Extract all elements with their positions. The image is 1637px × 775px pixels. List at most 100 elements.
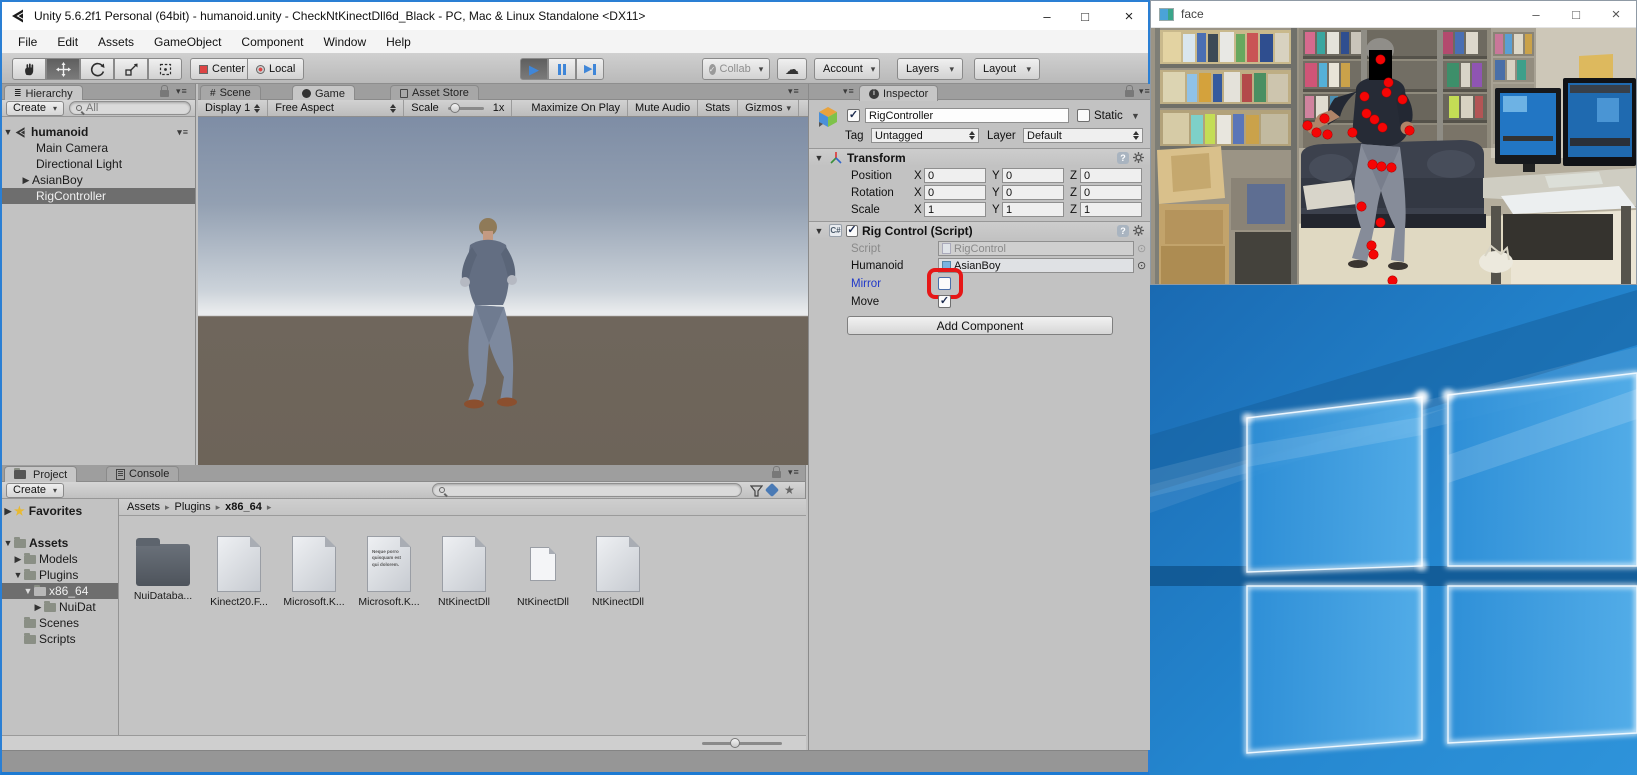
collab-button[interactable]: ✓ Collab ▾ (702, 58, 770, 80)
maximize-icon[interactable]: □ (1068, 2, 1102, 30)
scale-y-field[interactable]: 1 (1002, 202, 1064, 217)
tree-x86-64[interactable]: ▼ x86_64 (2, 583, 118, 599)
menu-gameobject[interactable]: GameObject (144, 30, 231, 53)
object-picker-icon[interactable]: ⊙ (1137, 259, 1146, 272)
lock-icon[interactable] (1125, 90, 1134, 97)
rect-tool-button[interactable] (148, 58, 182, 80)
hand-tool-button[interactable] (12, 58, 46, 80)
lock-icon[interactable] (160, 90, 169, 97)
panel-menu-icon[interactable]: ▾≡ (176, 86, 188, 97)
pause-button[interactable] (548, 58, 576, 80)
stats-button[interactable]: Stats (698, 100, 738, 116)
minimize-icon[interactable]: – (1516, 0, 1556, 28)
add-component-button[interactable]: Add Component (847, 316, 1113, 335)
file-item-ntkinectdll-3[interactable]: NtKinectDll (582, 536, 654, 608)
label-icon[interactable] (765, 483, 779, 497)
tab-console[interactable]: Console (106, 466, 179, 481)
mute-audio-button[interactable]: Mute Audio (628, 100, 698, 116)
rig-control-component-header[interactable]: ▼ C# ✓ Rig Control (Script) ? (809, 221, 1150, 239)
close-icon[interactable]: × (1596, 0, 1636, 28)
rotation-y-field[interactable]: 0 (1002, 185, 1064, 200)
rotation-z-field[interactable]: 0 (1080, 185, 1142, 200)
lock-icon[interactable] (772, 471, 781, 478)
scale-slider[interactable] (446, 100, 486, 116)
layout-dropdown[interactable]: Layout▾ (974, 58, 1040, 80)
maximize-on-play-button[interactable]: Maximize On Play (524, 100, 628, 116)
hierarchy-scene-row[interactable]: ▼ humanoid ▾≡ (2, 124, 195, 140)
pivot-center-button[interactable]: Center (190, 58, 254, 80)
favorite-star-icon[interactable]: ★ (784, 484, 795, 496)
file-item-microsoft-k2[interactable]: Neque porro quisquam est qui dolorem. Mi… (353, 536, 425, 608)
tab-scene[interactable]: #Scene (200, 85, 261, 100)
help-icon[interactable]: ? (1117, 152, 1129, 164)
play-button[interactable]: ▶ (520, 58, 548, 80)
menu-component[interactable]: Component (231, 30, 313, 53)
active-checkbox[interactable]: ✓ (847, 109, 860, 122)
hierarchy-create-button[interactable]: Create▾ (6, 101, 64, 116)
minimize-icon[interactable]: – (1030, 2, 1064, 30)
tree-assets[interactable]: ▼ Assets (2, 535, 118, 551)
file-item-ntkinectdll-1[interactable]: NtKinectDll (428, 536, 500, 608)
panel-menu-icon[interactable]: ▾≡ (1139, 86, 1151, 97)
tree-scripts[interactable]: Scripts (2, 631, 118, 647)
aspect-dropdown[interactable]: Free Aspect (268, 100, 404, 116)
tab-asset-store[interactable]: Asset Store (390, 85, 479, 100)
file-item-microsoft-k1[interactable]: Microsoft.K... (278, 536, 350, 608)
file-item-nuidatabase[interactable]: NuiDataba... (127, 536, 199, 602)
gizmos-dropdown[interactable]: Gizmos▾ (738, 100, 799, 116)
static-dropdown-icon[interactable]: ▼ (1131, 108, 1140, 124)
tree-nuidat[interactable]: ▶ NuiDat (2, 599, 118, 615)
help-icon[interactable]: ? (1117, 225, 1129, 237)
file-item-kinect20[interactable]: Kinect20.F... (203, 536, 275, 608)
breadcrumb-plugins[interactable]: Plugins (175, 501, 211, 513)
project-create-button[interactable]: Create▾ (6, 483, 64, 498)
scale-x-field[interactable]: 1 (924, 202, 986, 217)
layer-dropdown[interactable]: Default (1023, 128, 1143, 143)
panel-menu-icon[interactable]: ▾≡ (788, 467, 800, 478)
tree-scenes[interactable]: Scenes (2, 615, 118, 631)
maximize-icon[interactable]: □ (1556, 0, 1596, 28)
rotate-tool-button[interactable] (80, 58, 114, 80)
thumbnail-slider-knob[interactable] (730, 738, 740, 748)
position-x-field[interactable]: 0 (924, 168, 986, 183)
account-dropdown[interactable]: Account▾ (814, 58, 880, 80)
cloud-button[interactable]: ☁ (777, 58, 807, 80)
panel-menu-icon[interactable]: ▾≡ (843, 86, 855, 97)
transform-component-header[interactable]: ▼ Transform ? (809, 148, 1150, 166)
tree-favorites[interactable]: ▶★ Favorites (2, 503, 118, 519)
hierarchy-item-rigcontroller[interactable]: RigController (2, 188, 195, 204)
project-search-input[interactable] (432, 483, 742, 497)
menu-edit[interactable]: Edit (47, 30, 88, 53)
position-y-field[interactable]: 0 (1002, 168, 1064, 183)
panel-menu-icon[interactable]: ▾≡ (788, 86, 800, 97)
menu-assets[interactable]: Assets (88, 30, 144, 53)
rotation-x-field[interactable]: 0 (924, 185, 986, 200)
static-checkbox[interactable] (1077, 109, 1090, 122)
gear-icon[interactable] (1133, 152, 1144, 163)
menu-file[interactable]: File (8, 30, 47, 53)
tab-hierarchy[interactable]: ≣Hierarchy (4, 85, 83, 101)
tree-plugins[interactable]: ▼ Plugins (2, 567, 118, 583)
object-name-field[interactable]: RigController (865, 108, 1069, 123)
scale-z-field[interactable]: 1 (1080, 202, 1142, 217)
tab-project[interactable]: Project (4, 466, 77, 482)
search-filter-icon[interactable] (750, 485, 763, 498)
menu-help[interactable]: Help (376, 30, 421, 53)
gear-icon[interactable] (1133, 225, 1144, 236)
hierarchy-search-input[interactable]: All (69, 101, 191, 115)
step-button[interactable]: ▶ (576, 58, 604, 80)
hierarchy-item-directional-light[interactable]: Directional Light (2, 156, 195, 172)
scale-slider-knob[interactable] (450, 103, 460, 113)
tab-game[interactable]: Game (292, 85, 355, 101)
display-dropdown[interactable]: Display 1 (198, 100, 268, 116)
close-icon[interactable]: × (1112, 2, 1146, 30)
breadcrumb-assets[interactable]: Assets (127, 501, 160, 513)
move-tool-button[interactable] (46, 58, 80, 80)
thumbnail-size-slider[interactable] (702, 742, 782, 745)
layers-dropdown[interactable]: Layers▾ (897, 58, 963, 80)
pivot-local-button[interactable]: Local (247, 58, 304, 80)
tag-dropdown[interactable]: Untagged (871, 128, 979, 143)
hierarchy-item-asianboy[interactable]: ▶AsianBoy (2, 172, 195, 188)
scale-tool-button[interactable] (114, 58, 148, 80)
move-checkbox[interactable]: ✓ (938, 295, 951, 308)
